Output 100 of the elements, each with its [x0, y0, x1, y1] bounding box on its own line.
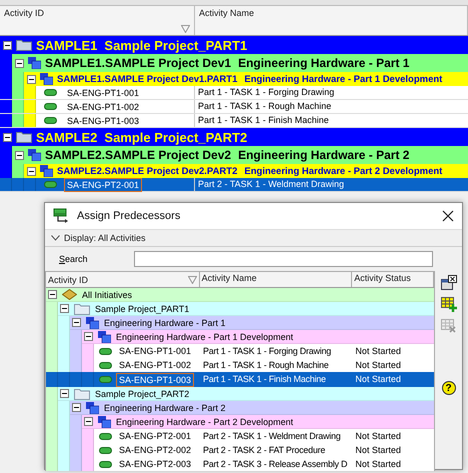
- activity-bar-icon: [44, 103, 56, 110]
- tree-row[interactable]: All Initiatives: [46, 288, 434, 302]
- activity-id: SA-ENG-PT1-003: [116, 372, 194, 386]
- column-header[interactable]: Activity ID: [46, 272, 200, 287]
- wbs-name: Engineering Hardware - Part 2: [238, 148, 410, 162]
- column-header[interactable]: Activity ID: [0, 6, 195, 35]
- activity-bar-icon: [98, 432, 112, 440]
- display-bar[interactable]: Display: All Activities: [45, 229, 462, 247]
- collapse-toggle[interactable]: [60, 304, 69, 313]
- activity-bar-icon: [44, 89, 56, 96]
- collapse-toggle[interactable]: [27, 166, 36, 176]
- help-button[interactable]: ?: [442, 381, 456, 395]
- filter-icon[interactable]: [181, 25, 190, 33]
- activity-name: Part 1 - TASK 1 - Finish Machine: [202, 373, 327, 386]
- collapse-toggle[interactable]: [3, 132, 12, 142]
- activity-row[interactable]: SA-ENG-PT2-002 Part 2 - TASK 2 - FAT Procedure Not Started: [46, 443, 434, 457]
- activity-row[interactable]: SA-ENG-PT1-002 Part 1 - TASK 1 - Rough Machine: [0, 100, 468, 114]
- activity-name: Part 1 - TASK 1 - Finish Machine: [197, 114, 330, 127]
- filter-icon[interactable]: [188, 276, 197, 284]
- activity-bar-icon: [98, 376, 112, 383]
- wbs-name: Engineering Hardware - Part 1 Development: [244, 74, 442, 84]
- stacked-squares-icon: [28, 57, 41, 69]
- collapse-toggle[interactable]: [84, 332, 93, 341]
- wbs-code: SAMPLE2.SAMPLE Project Dev2.PART2: [57, 166, 238, 176]
- indent-band: [12, 100, 24, 113]
- collapse-toggle[interactable]: [15, 150, 24, 160]
- wbs-row[interactable]: SAMPLE1 Sample Project_PART1: [0, 36, 468, 54]
- tree-row[interactable]: Engineering Hardware - Part 2 Development: [82, 415, 434, 429]
- activity-bar-icon: [44, 181, 56, 188]
- stacked-squares-icon: [98, 416, 111, 428]
- activity-bar-icon: [98, 460, 112, 468]
- tree-row[interactable]: Engineering Hardware - Part 2: [70, 401, 434, 415]
- wbs-row[interactable]: SAMPLE2.SAMPLE Project Dev2.PART2 Engineering Hardware - Part 2 Development: [24, 164, 468, 178]
- indent-band: [46, 387, 58, 401]
- indent-band: [70, 330, 82, 344]
- column-header[interactable]: Activity Name: [195, 6, 468, 35]
- tree-label: All Initiatives: [82, 290, 132, 300]
- activity-id: SA-ENG-PT1-002: [118, 359, 192, 372]
- collapse-toggle[interactable]: [72, 403, 81, 412]
- collapse-toggle[interactable]: [3, 40, 12, 50]
- activity-row[interactable]: SA-ENG-PT1-001 Part 1 - TASK 1 - Forging Drawing Not Started: [46, 344, 434, 358]
- wbs-row[interactable]: SAMPLE1.SAMPLE Project Dev1 Engineering Hardware - Part 1: [12, 54, 468, 72]
- column-header[interactable]: Activity Status: [352, 272, 434, 287]
- activity-id: SA-ENG-PT1-001: [118, 345, 192, 358]
- collapse-toggle[interactable]: [27, 74, 36, 84]
- tree-label: Sample Project_PART1: [95, 304, 190, 314]
- indent-band: [82, 429, 94, 443]
- activity-row[interactable]: SA-ENG-PT2-001 Part 2 - TASK 1 - Weldment Drawing: [0, 178, 468, 192]
- activity-bar-icon: [44, 117, 56, 124]
- tree-row[interactable]: Engineering Hardware - Part 1: [70, 316, 434, 330]
- activity-name: Part 2 - TASK 1 - Weldment Drawing: [202, 430, 342, 443]
- tree-row[interactable]: Sample Project_PART2: [58, 387, 434, 401]
- collapse-toggle[interactable]: [72, 318, 81, 327]
- activity-row[interactable]: SA-ENG-PT2-001 Part 2 - TASK 1 - Weldment Drawing Not Started: [46, 429, 434, 443]
- folder-icon: [16, 131, 32, 143]
- wbs-row[interactable]: SAMPLE2 Sample Project_PART2: [0, 128, 468, 146]
- indent-band: [46, 358, 58, 372]
- tree-row[interactable]: Sample Project_PART1: [58, 302, 434, 316]
- activity-id: SA-ENG-PT1-002: [66, 100, 140, 114]
- activity-row[interactable]: SA-ENG-PT2-003 Part 2 - TASK 3 - Release Assembly D Not Started: [46, 457, 434, 471]
- wbs-name: Engineering Hardware - Part 1: [238, 56, 410, 70]
- indent-band: [24, 114, 36, 127]
- collapse-toggle[interactable]: [84, 417, 93, 426]
- wbs-name: Sample Project_PART1: [104, 38, 248, 52]
- wbs-row[interactable]: SAMPLE2.SAMPLE Project Dev2 Engineering Hardware - Part 2: [12, 146, 468, 164]
- stacked-squares-icon: [40, 73, 53, 85]
- wbs-code: SAMPLE2: [36, 130, 98, 144]
- stacked-squares-icon: [86, 316, 99, 328]
- indent-band: [0, 114, 12, 127]
- tree-label: Engineering Hardware - Part 1: [104, 318, 226, 328]
- column-header[interactable]: Activity Name: [200, 272, 352, 287]
- collapse-toggle[interactable]: [15, 58, 24, 68]
- folder-icon: [16, 39, 32, 51]
- activity-id: SA-ENG-PT2-002: [118, 444, 192, 457]
- wbs-code: SAMPLE2.SAMPLE Project Dev2: [45, 148, 232, 162]
- collapse-toggle[interactable]: [48, 290, 57, 299]
- activity-row[interactable]: SA-ENG-PT1-003 Part 1 - TASK 1 - Finish Machine Not Started: [46, 372, 434, 387]
- activity-bar-icon: [98, 446, 112, 454]
- activity-row[interactable]: SA-ENG-PT1-002 Part 1 - TASK 1 - Rough Machine Not Started: [46, 358, 434, 372]
- tree-label: Engineering Hardware - Part 2 Development: [116, 416, 294, 426]
- search-label: Search: [58, 254, 89, 264]
- indent-band: [82, 457, 94, 471]
- activity-row[interactable]: SA-ENG-PT1-001 Part 1 - TASK 1 - Forging Drawing: [0, 86, 468, 100]
- indent-band: [12, 164, 24, 178]
- indent-band: [58, 316, 70, 330]
- wbs-row[interactable]: SAMPLE1.SAMPLE Project Dev1.PART1 Engineering Hardware - Part 1 Development: [24, 72, 468, 86]
- indent-band: [58, 457, 70, 471]
- tree-row[interactable]: Engineering Hardware - Part 1 Development: [82, 330, 434, 344]
- search-field[interactable]: [134, 251, 433, 267]
- indent-band: [46, 302, 58, 316]
- activity-id: SA-ENG-PT2-003: [118, 458, 192, 471]
- activity-bar-icon: [98, 362, 112, 368]
- indent-band: [24, 100, 36, 113]
- remove-window-icon[interactable]: [440, 275, 456, 291]
- activity-status: Not Started: [354, 430, 402, 443]
- wbs-code: SAMPLE1.SAMPLE Project Dev1: [45, 56, 232, 70]
- add-row-icon[interactable]: [440, 297, 456, 313]
- close-icon[interactable]: [442, 210, 454, 222]
- stacked-squares-icon: [98, 330, 111, 342]
- collapse-toggle[interactable]: [60, 389, 69, 398]
